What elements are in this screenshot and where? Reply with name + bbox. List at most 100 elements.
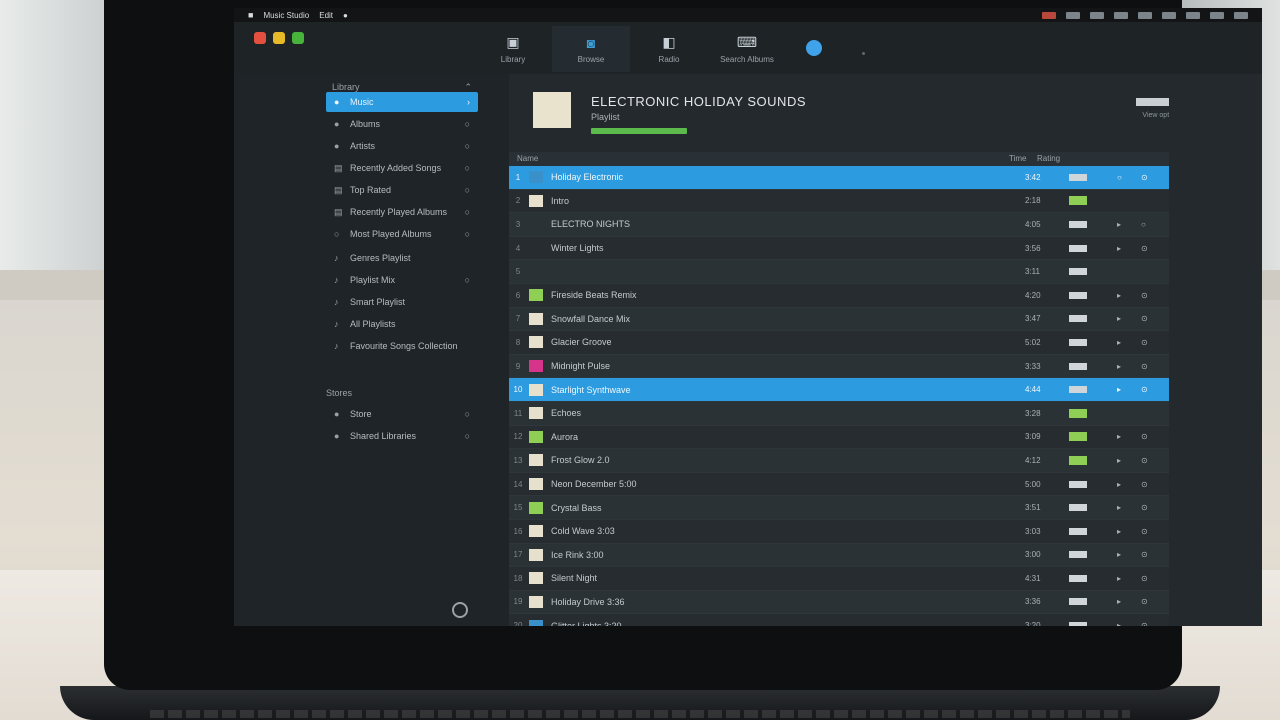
column-header-time[interactable]: Time — [1009, 154, 1026, 163]
table-row[interactable]: 12 Aurora 3:09 ▸ ⊙ — [509, 425, 1169, 450]
track-rating-bar[interactable] — [1069, 408, 1087, 418]
more-dot-icon[interactable] — [862, 52, 865, 55]
track-more-icon[interactable]: ⊙ — [1141, 574, 1148, 583]
table-row[interactable]: 4 Winter Lights 3:56 ▸ ⊙ — [509, 236, 1169, 261]
sidebar-item[interactable]: ● Artists ○ — [326, 136, 478, 156]
table-row[interactable]: 2 Intro 2:18 — [509, 189, 1169, 214]
track-play-icon[interactable]: ▸ — [1117, 480, 1121, 489]
track-play-icon[interactable]: ▸ — [1117, 621, 1121, 626]
sidebar-item[interactable]: ● Albums ○ — [326, 114, 478, 134]
status-icon[interactable] — [1186, 11, 1200, 19]
status-icon[interactable] — [1234, 11, 1248, 19]
track-rating-bar[interactable] — [1069, 173, 1087, 181]
track-rating-bar[interactable] — [1069, 362, 1087, 370]
track-more-icon[interactable]: ⊙ — [1141, 244, 1148, 253]
sidebar-item[interactable]: ▤ Recently Played Albums ○ — [326, 202, 478, 222]
track-rating-bar[interactable] — [1069, 315, 1087, 323]
status-icon[interactable] — [1138, 11, 1152, 19]
track-play-icon[interactable]: ▸ — [1117, 574, 1121, 583]
status-icon[interactable] — [1114, 11, 1128, 19]
table-row[interactable]: 16 Cold Wave 3:03 3:03 ▸ ⊙ — [509, 519, 1169, 544]
menu-app-name[interactable]: Music Studio — [263, 11, 309, 20]
globe-icon[interactable] — [806, 40, 822, 56]
track-play-icon[interactable]: ▸ — [1117, 314, 1121, 323]
table-row[interactable]: 20 Glitter Lights 3:20 3:20 ▸ ⊙ — [509, 614, 1169, 626]
table-row[interactable]: 17 Ice Rink 3:00 3:00 ▸ ⊙ — [509, 543, 1169, 568]
apple-menu-icon[interactable]: ■ — [248, 10, 253, 20]
track-play-icon[interactable]: ▸ — [1117, 597, 1121, 606]
sidebar-item[interactable]: ▤ Recently Added Songs ○ — [326, 158, 478, 178]
sidebar-item[interactable]: ♪ Favourite Songs Collection — [326, 336, 478, 356]
track-more-icon[interactable]: ⊙ — [1141, 550, 1148, 559]
table-row[interactable]: 8 Glacier Groove 5:02 ▸ ⊙ — [509, 331, 1169, 355]
sidebar-item[interactable]: ● Store ○ — [326, 404, 478, 424]
toolbar-search-albums-button[interactable]: ⌨ Search Albums — [708, 26, 786, 72]
table-row[interactable]: 19 Holiday Drive 3:36 3:36 ▸ ⊙ — [509, 590, 1169, 615]
menu-dot[interactable]: ● — [343, 11, 348, 20]
status-icon[interactable] — [1066, 11, 1080, 19]
track-more-icon[interactable]: ⊙ — [1141, 314, 1148, 323]
track-more-icon[interactable]: ⊙ — [1141, 291, 1148, 300]
table-row[interactable]: 1 Holiday Electronic 3:42 ○ ⊙ — [509, 166, 1169, 190]
table-row[interactable]: 15 Crystal Bass 3:51 ▸ ⊙ — [509, 496, 1169, 520]
track-rating-bar[interactable] — [1069, 480, 1087, 488]
track-more-icon[interactable]: ⊙ — [1141, 432, 1148, 441]
table-row[interactable]: 11 Echoes 3:28 — [509, 401, 1169, 426]
track-rating-bar[interactable] — [1069, 574, 1087, 582]
track-play-icon[interactable]: ▸ — [1117, 527, 1121, 536]
track-rating-bar[interactable] — [1069, 268, 1087, 276]
close-window-button[interactable] — [254, 32, 266, 44]
track-play-icon[interactable]: ▸ — [1117, 432, 1121, 441]
track-rating-bar[interactable] — [1069, 504, 1087, 512]
status-icon[interactable] — [1210, 11, 1224, 19]
table-row[interactable]: 13 Frost Glow 2.0 4:12 ▸ ⊙ — [509, 449, 1169, 473]
table-row[interactable]: 7 Snowfall Dance Mix 3:47 ▸ ⊙ — [509, 307, 1169, 332]
track-rating-bar[interactable] — [1069, 338, 1087, 346]
table-row[interactable]: 9 Midnight Pulse 3:33 ▸ ⊙ — [509, 354, 1169, 379]
track-rating-bar[interactable] — [1069, 244, 1087, 252]
track-more-icon[interactable]: ⊙ — [1141, 338, 1148, 347]
track-play-icon[interactable]: ▸ — [1117, 550, 1121, 559]
sidebar-item[interactable]: ○ Most Played Albums ○ — [326, 224, 478, 244]
sidebar-item[interactable]: ● Shared Libraries ○ — [326, 426, 478, 446]
status-icon[interactable] — [1090, 11, 1104, 19]
sidebar-item[interactable]: ♪ All Playlists — [326, 314, 478, 334]
sidebar-item[interactable]: ♪ Smart Playlist — [326, 292, 478, 312]
track-more-icon[interactable]: ⊙ — [1141, 527, 1148, 536]
track-more-icon[interactable]: ⊙ — [1141, 456, 1148, 465]
table-row[interactable]: 5 3:11 — [509, 260, 1169, 284]
toolbar-library-button[interactable]: ▣ Library — [474, 26, 552, 72]
sidebar-item[interactable]: ● Music › — [326, 92, 478, 112]
track-rating-bar[interactable] — [1069, 220, 1087, 228]
track-rating-bar[interactable] — [1069, 527, 1087, 535]
track-play-icon[interactable]: ▸ — [1117, 244, 1121, 253]
track-rating-bar[interactable] — [1069, 598, 1087, 606]
track-play-icon[interactable]: ▸ — [1117, 291, 1121, 300]
sidebar-item[interactable]: ♪ Genres Playlist — [326, 248, 478, 268]
settings-gear-icon[interactable] — [452, 602, 468, 618]
sidebar-item[interactable]: ▤ Top Rated ○ — [326, 180, 478, 200]
table-row[interactable]: 14 Neon December 5:00 5:00 ▸ ⊙ — [509, 472, 1169, 497]
track-play-icon[interactable]: ▸ — [1117, 220, 1121, 229]
table-row[interactable]: 18 Silent Night 4:31 ▸ ⊙ — [509, 567, 1169, 591]
table-row[interactable]: 10 Starlight Synthwave 4:44 ▸ ⊙ — [509, 378, 1169, 402]
toolbar-radio-button[interactable]: ◧ Radio — [630, 26, 708, 72]
track-more-icon[interactable]: ⊙ — [1141, 385, 1148, 394]
status-icon[interactable] — [1162, 11, 1176, 19]
track-play-icon[interactable]: ▸ — [1117, 338, 1121, 347]
minimize-window-button[interactable] — [273, 32, 285, 44]
track-play-icon[interactable]: ▸ — [1117, 456, 1121, 465]
track-more-icon[interactable]: ⊙ — [1141, 597, 1148, 606]
track-rating-bar[interactable] — [1069, 291, 1087, 299]
menu-edit[interactable]: Edit — [319, 11, 333, 20]
toolbar-browse-button[interactable]: ◙ Browse — [552, 26, 630, 72]
column-header-name[interactable]: Name — [517, 154, 538, 163]
sidebar-item[interactable]: ♪ Playlist Mix ○ — [326, 270, 478, 290]
track-more-icon[interactable]: ⊙ — [1141, 480, 1148, 489]
track-play-icon[interactable]: ▸ — [1117, 503, 1121, 512]
track-more-icon[interactable]: ⊙ — [1141, 173, 1148, 182]
track-rating-bar[interactable] — [1069, 551, 1087, 559]
track-play-icon[interactable]: ○ — [1117, 173, 1122, 182]
track-rating-bar[interactable] — [1069, 196, 1087, 206]
track-more-icon[interactable]: ⊙ — [1141, 503, 1148, 512]
